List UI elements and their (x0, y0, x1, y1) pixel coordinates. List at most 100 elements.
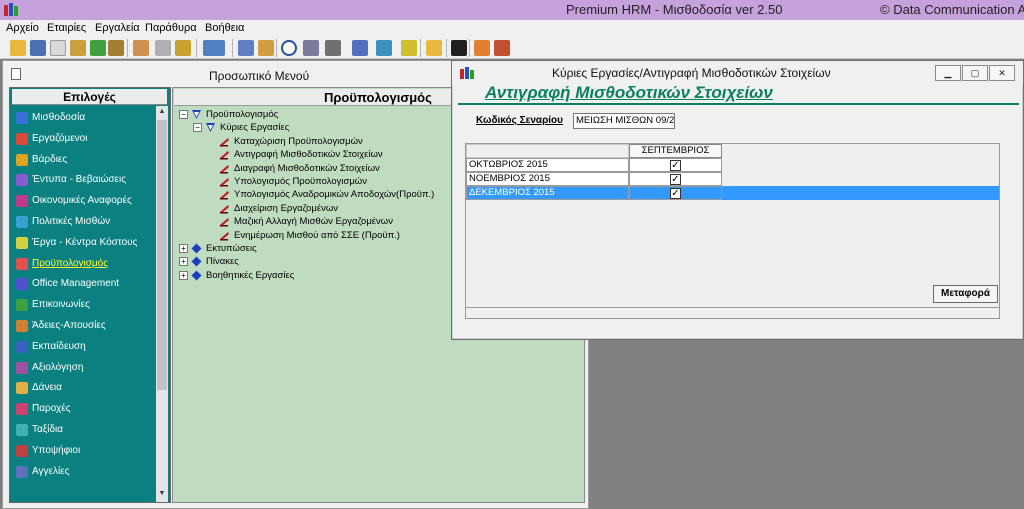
sidebar-item[interactable]: Βάρδιες (16, 152, 156, 168)
grid-row[interactable]: ΔΕΚΕΜΒΡΙΟΣ 2015 ✓ (466, 186, 999, 200)
save-icon[interactable] (30, 40, 46, 56)
print-icon[interactable] (258, 40, 274, 56)
sidebar-item-icon (16, 132, 28, 145)
sidebar-item[interactable]: Πολιτικές Μισθών (16, 214, 156, 230)
sidebar-item[interactable]: Έργα - Κέντρα Κόστους (16, 235, 156, 251)
sidebar-item-icon (16, 361, 28, 374)
options-panel: Επιλογές Μισθοδοσία Εργαζόμενοι Βάρδιες Έντ… (9, 87, 171, 503)
users-icon[interactable] (303, 40, 319, 56)
exit-icon[interactable] (494, 40, 510, 56)
sidebar-item-icon (16, 403, 28, 416)
folder-icon[interactable] (426, 40, 442, 56)
sidebar-item[interactable]: Δάνεια (16, 380, 156, 396)
collapse-icon[interactable]: − (193, 123, 202, 133)
help-icon[interactable] (281, 40, 297, 56)
scroll-thumb[interactable] (157, 120, 167, 390)
sidebar-item-icon (16, 465, 28, 478)
menu-windows[interactable]: Παράθυρα (145, 22, 197, 34)
sidebar-item[interactable]: Παροχές (16, 401, 156, 417)
sidebar-item[interactable]: Αξιολόγηση (16, 360, 156, 376)
minimize-button[interactable]: ▁ (935, 65, 961, 81)
sidebar-item[interactable]: Επικοινωνίες (16, 297, 156, 313)
task-icon (219, 163, 230, 174)
dialog-heading: Αντιγραφή Μισθοδοτικών Στοιχείων (485, 83, 773, 102)
copy-checkbox[interactable]: ✓ (670, 174, 681, 185)
window-icon (11, 68, 21, 80)
hammer-icon[interactable] (133, 40, 149, 56)
open-icon[interactable] (10, 40, 26, 56)
layout-dropdown-icon[interactable] (203, 40, 225, 56)
edit-icon[interactable] (50, 40, 66, 56)
group-icon (191, 256, 202, 267)
scroll-down-icon[interactable]: ▼ (157, 488, 167, 500)
sidebar-item-label: Πολιτικές Μισθών (32, 216, 111, 227)
sidebar-item-label: Παροχές (32, 403, 71, 415)
tools-icon[interactable] (70, 40, 86, 56)
export-icon[interactable] (376, 40, 392, 56)
grid-row[interactable]: ΟΚΤΩΒΡΙΟΣ 2015 ✓ (466, 158, 999, 172)
menu-bar: Αρχείο Εταιρίες Εργαλεία Παράθυρα Βοήθει… (0, 20, 1024, 37)
calendar-icon[interactable] (401, 40, 417, 56)
network-icon[interactable] (325, 40, 341, 56)
grid-corner (466, 144, 629, 158)
expand-icon[interactable]: + (179, 244, 188, 253)
sidebar-item-icon (16, 340, 28, 353)
close-button[interactable]: ✕ (989, 65, 1015, 81)
budget-header-label: Προϋπολογισμός (324, 90, 432, 105)
toolbar-separator (276, 39, 277, 57)
toolbar-separator (446, 39, 447, 57)
tree-node-label: Προϋπολογισμός (206, 109, 279, 120)
sidebar-item[interactable]: Αγγελίες (16, 464, 156, 480)
sidebar-item[interactable]: Άδειες-Απουσίες (16, 318, 156, 334)
transfer-button[interactable]: Μεταφορά (933, 285, 998, 303)
wrench-icon[interactable] (155, 40, 171, 56)
tree-node-label: Διαγραφή Μισθοδοτικών Στοιχείων (234, 162, 380, 174)
sidebar-item-label: Μισθοδοσία (32, 112, 86, 123)
menu-help[interactable]: Βοήθεια (205, 22, 244, 34)
sidebar-item[interactable]: Εκπαίδευση (16, 339, 156, 355)
task-icon (219, 230, 230, 241)
menu-companies[interactable]: Εταιρίες (47, 22, 86, 34)
monitor-icon[interactable] (451, 40, 467, 56)
group-icon[interactable] (175, 40, 191, 56)
expand-icon[interactable]: + (179, 257, 188, 267)
sidebar-item[interactable]: Υποψήφιοι (16, 443, 156, 459)
people-icon[interactable] (108, 40, 124, 56)
app-title-bar: Premium HRM - Μισθοδοσία ver 2.50 © Data… (0, 0, 1024, 20)
flag-icon[interactable] (90, 40, 106, 56)
copy-checkbox[interactable]: ✓ (670, 188, 681, 199)
scroll-up-icon[interactable]: ▲ (157, 106, 167, 118)
cube-icon[interactable] (352, 40, 368, 56)
sidebar-item[interactable]: Οικονομικές Αναφορές (16, 193, 156, 209)
document-icon[interactable] (238, 40, 254, 56)
menu-tools[interactable]: Εργαλεία (95, 22, 140, 34)
sidebar-item-label: Αγγελίες (32, 465, 70, 477)
group-icon (191, 243, 202, 254)
scenario-code-field[interactable]: ΜΕΙΩΣΗ ΜΙΣΘΩΝ 09/201 (573, 113, 675, 129)
sidebar-item[interactable]: Ταξίδια (16, 422, 156, 438)
app-title: Premium HRM - Μισθοδοσία ver 2.50 (566, 2, 783, 17)
sidebar-item-label: Επικοινωνίες (32, 299, 90, 311)
sidebar-item-icon (16, 174, 28, 187)
tree-node-label: Κύριες Εργασίες (220, 122, 290, 134)
dialog-status-bar (465, 307, 1000, 319)
maximize-button[interactable]: ▢ (962, 65, 988, 81)
sidebar-item[interactable]: Office Management (16, 276, 156, 292)
grid-row[interactable]: ΝΟΕΜΒΡΙΟΣ 2015 ✓ (466, 172, 999, 186)
app-icon (460, 67, 474, 79)
sidebar-item[interactable]: Εργαζόμενοι (16, 131, 156, 147)
menu-file[interactable]: Αρχείο (6, 22, 39, 34)
sidebar-item[interactable]: Προϋπολογισμός (16, 256, 156, 272)
collapse-icon[interactable]: − (179, 110, 188, 119)
copy-checkbox[interactable]: ✓ (670, 160, 681, 171)
sidebar-item[interactable]: Έντυπα - Βεβαιώσεις (16, 172, 156, 188)
options-scrollbar[interactable]: ▲ ▼ (156, 106, 168, 502)
task-icon (219, 189, 230, 200)
dialog-title: Κύριες Εργασίες/Αντιγραφή Μισθοδοτικών Σ… (552, 66, 831, 80)
tree-node-label: Βοηθητικές Εργασίες (206, 269, 295, 281)
column-header[interactable]: ΣΕΠΤΕΜΒΡΙΟΣ 2015 (629, 144, 722, 168)
sidebar-item-label: Οικονομικές Αναφορές (32, 195, 132, 207)
expand-icon[interactable]: + (179, 270, 188, 280)
sidebar-item[interactable]: Μισθοδοσία (16, 110, 156, 126)
rss-icon[interactable] (474, 40, 490, 56)
